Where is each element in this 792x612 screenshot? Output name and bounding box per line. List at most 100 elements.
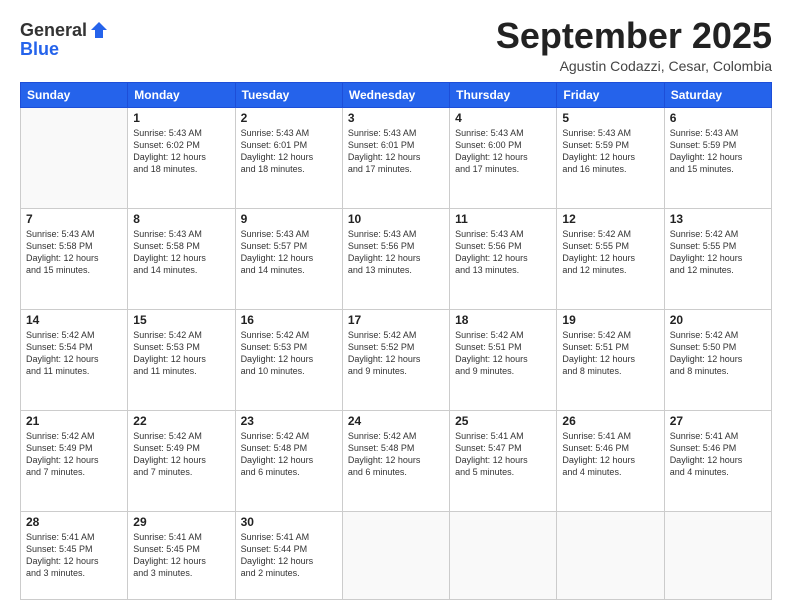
calendar-cell: 20Sunrise: 5:42 AM Sunset: 5:50 PM Dayli… <box>664 309 771 410</box>
day-number: 11 <box>455 212 551 226</box>
calendar-header-row: SundayMondayTuesdayWednesdayThursdayFrid… <box>21 82 772 107</box>
calendar-cell: 26 Sunrise: 5:41 AM Sunset: 5:46 PM Dayli… <box>557 410 664 511</box>
day-info: Sunrise: 5:42 AM Sunset: 5:49 PM Dayligh… <box>133 430 229 479</box>
calendar-cell <box>664 511 771 599</box>
day-info: Sunrise: 5:42 AM Sunset: 5:53 PM Dayligh… <box>241 329 337 378</box>
day-info: Sunrise: 5:42 AM Sunset: 5:53 PM Dayligh… <box>133 329 229 378</box>
day-info: Sunrise: 5:42 AM Sunset: 5:49 PM Dayligh… <box>26 430 122 479</box>
day-number: 28 <box>26 515 122 529</box>
day-number: 26 <box>562 414 658 428</box>
day-info: Sunrise: 5:42 AM Sunset: 5:54 PM Dayligh… <box>26 329 122 378</box>
day-info: Sunrise: 5:42 AM Sunset: 5:55 PM Dayligh… <box>670 228 766 277</box>
day-number: 2 <box>241 111 337 125</box>
day-number: 13 <box>670 212 766 226</box>
calendar-cell: 21 Sunrise: 5:42 AM Sunset: 5:49 PM Dayli… <box>21 410 128 511</box>
logo-icon <box>89 20 109 40</box>
day-number: 4 <box>455 111 551 125</box>
weekday-header: Sunday <box>21 82 128 107</box>
day-number: 21 <box>26 414 122 428</box>
weekday-header: Tuesday <box>235 82 342 107</box>
day-info: Sunrise: 5:43 AM Sunset: 6:00 PM Dayligh… <box>455 127 551 176</box>
day-info: Sunrise: 5:43 AM Sunset: 5:57 PM Dayligh… <box>241 228 337 277</box>
day-info: Sunrise: 5:43 AM Sunset: 6:02 PM Dayligh… <box>133 127 229 176</box>
logo-general: General <box>20 20 87 41</box>
day-info: Sunrise: 5:43 AM Sunset: 6:01 PM Dayligh… <box>241 127 337 176</box>
day-info: Sunrise: 5:41 AM Sunset: 5:46 PM Dayligh… <box>562 430 658 479</box>
day-number: 23 <box>241 414 337 428</box>
calendar-cell: 4 Sunrise: 5:43 AM Sunset: 6:00 PM Daylig… <box>450 107 557 208</box>
day-info: Sunrise: 5:43 AM Sunset: 5:56 PM Dayligh… <box>455 228 551 277</box>
calendar-table: SundayMondayTuesdayWednesdayThursdayFrid… <box>20 82 772 600</box>
calendar-cell: 7 Sunrise: 5:43 AM Sunset: 5:58 PM Daylig… <box>21 208 128 309</box>
day-number: 16 <box>241 313 337 327</box>
calendar-cell <box>342 511 449 599</box>
calendar-cell: 11 Sunrise: 5:43 AM Sunset: 5:56 PM Dayli… <box>450 208 557 309</box>
day-info: Sunrise: 5:42 AM Sunset: 5:48 PM Dayligh… <box>348 430 444 479</box>
day-info: Sunrise: 5:41 AM Sunset: 5:45 PM Dayligh… <box>26 531 122 580</box>
calendar-cell: 13 Sunrise: 5:42 AM Sunset: 5:55 PM Dayli… <box>664 208 771 309</box>
calendar-cell: 15 Sunrise: 5:42 AM Sunset: 5:53 PM Dayli… <box>128 309 235 410</box>
day-info: Sunrise: 5:41 AM Sunset: 5:45 PM Dayligh… <box>133 531 229 580</box>
location: Agustin Codazzi, Cesar, Colombia <box>496 58 772 74</box>
day-number: 7 <box>26 212 122 226</box>
day-number: 30 <box>241 515 337 529</box>
day-number: 3 <box>348 111 444 125</box>
month-title: September 2025 <box>496 16 772 56</box>
day-number: 8 <box>133 212 229 226</box>
day-info: Sunrise: 5:43 AM Sunset: 5:59 PM Dayligh… <box>562 127 658 176</box>
calendar-cell: 6Sunrise: 5:43 AM Sunset: 5:59 PM Daylig… <box>664 107 771 208</box>
day-number: 20 <box>670 313 766 327</box>
calendar-cell: 2 Sunrise: 5:43 AM Sunset: 6:01 PM Daylig… <box>235 107 342 208</box>
day-info: Sunrise: 5:42 AM Sunset: 5:51 PM Dayligh… <box>455 329 551 378</box>
calendar-cell: 25 Sunrise: 5:41 AM Sunset: 5:47 PM Dayli… <box>450 410 557 511</box>
calendar-cell: 1 Sunrise: 5:43 AM Sunset: 6:02 PM Daylig… <box>128 107 235 208</box>
calendar-cell <box>21 107 128 208</box>
day-info: Sunrise: 5:43 AM Sunset: 5:56 PM Dayligh… <box>348 228 444 277</box>
day-info: Sunrise: 5:41 AM Sunset: 5:47 PM Dayligh… <box>455 430 551 479</box>
calendar-cell: 19Sunrise: 5:42 AM Sunset: 5:51 PM Dayli… <box>557 309 664 410</box>
calendar-cell: 22Sunrise: 5:42 AM Sunset: 5:49 PM Dayli… <box>128 410 235 511</box>
calendar-cell <box>557 511 664 599</box>
day-number: 29 <box>133 515 229 529</box>
calendar-week-row: 1 Sunrise: 5:43 AM Sunset: 6:02 PM Daylig… <box>21 107 772 208</box>
day-number: 27 <box>670 414 766 428</box>
calendar-cell: 18 Sunrise: 5:42 AM Sunset: 5:51 PM Dayli… <box>450 309 557 410</box>
calendar-week-row: 21 Sunrise: 5:42 AM Sunset: 5:49 PM Dayli… <box>21 410 772 511</box>
day-number: 15 <box>133 313 229 327</box>
calendar-cell: 8Sunrise: 5:43 AM Sunset: 5:58 PM Daylig… <box>128 208 235 309</box>
day-info: Sunrise: 5:43 AM Sunset: 6:01 PM Dayligh… <box>348 127 444 176</box>
day-number: 14 <box>26 313 122 327</box>
calendar-cell: 27Sunrise: 5:41 AM Sunset: 5:46 PM Dayli… <box>664 410 771 511</box>
day-info: Sunrise: 5:42 AM Sunset: 5:55 PM Dayligh… <box>562 228 658 277</box>
day-info: Sunrise: 5:43 AM Sunset: 5:59 PM Dayligh… <box>670 127 766 176</box>
weekday-header: Thursday <box>450 82 557 107</box>
calendar-cell: 3 Sunrise: 5:43 AM Sunset: 6:01 PM Daylig… <box>342 107 449 208</box>
calendar-week-row: 14 Sunrise: 5:42 AM Sunset: 5:54 PM Dayli… <box>21 309 772 410</box>
calendar-cell <box>450 511 557 599</box>
calendar-cell: 12Sunrise: 5:42 AM Sunset: 5:55 PM Dayli… <box>557 208 664 309</box>
calendar-cell: 24 Sunrise: 5:42 AM Sunset: 5:48 PM Dayli… <box>342 410 449 511</box>
day-number: 1 <box>133 111 229 125</box>
calendar-cell: 30 Sunrise: 5:41 AM Sunset: 5:44 PM Dayli… <box>235 511 342 599</box>
calendar-cell: 14 Sunrise: 5:42 AM Sunset: 5:54 PM Dayli… <box>21 309 128 410</box>
weekday-header: Saturday <box>664 82 771 107</box>
calendar-cell: 10Sunrise: 5:43 AM Sunset: 5:56 PM Dayli… <box>342 208 449 309</box>
calendar-week-row: 7 Sunrise: 5:43 AM Sunset: 5:58 PM Daylig… <box>21 208 772 309</box>
weekday-header: Wednesday <box>342 82 449 107</box>
logo-blue: Blue <box>20 39 109 60</box>
calendar-cell: 9Sunrise: 5:43 AM Sunset: 5:57 PM Daylig… <box>235 208 342 309</box>
day-number: 25 <box>455 414 551 428</box>
calendar-cell: 28 Sunrise: 5:41 AM Sunset: 5:45 PM Dayli… <box>21 511 128 599</box>
day-info: Sunrise: 5:42 AM Sunset: 5:52 PM Dayligh… <box>348 329 444 378</box>
day-number: 17 <box>348 313 444 327</box>
logo: General Blue <box>20 20 109 60</box>
page: General Blue September 2025 Agustin Coda… <box>0 0 792 612</box>
day-info: Sunrise: 5:41 AM Sunset: 5:44 PM Dayligh… <box>241 531 337 580</box>
day-number: 24 <box>348 414 444 428</box>
day-number: 18 <box>455 313 551 327</box>
day-info: Sunrise: 5:42 AM Sunset: 5:51 PM Dayligh… <box>562 329 658 378</box>
day-info: Sunrise: 5:43 AM Sunset: 5:58 PM Dayligh… <box>26 228 122 277</box>
weekday-header: Friday <box>557 82 664 107</box>
calendar-cell: 23 Sunrise: 5:42 AM Sunset: 5:48 PM Dayli… <box>235 410 342 511</box>
day-info: Sunrise: 5:42 AM Sunset: 5:48 PM Dayligh… <box>241 430 337 479</box>
